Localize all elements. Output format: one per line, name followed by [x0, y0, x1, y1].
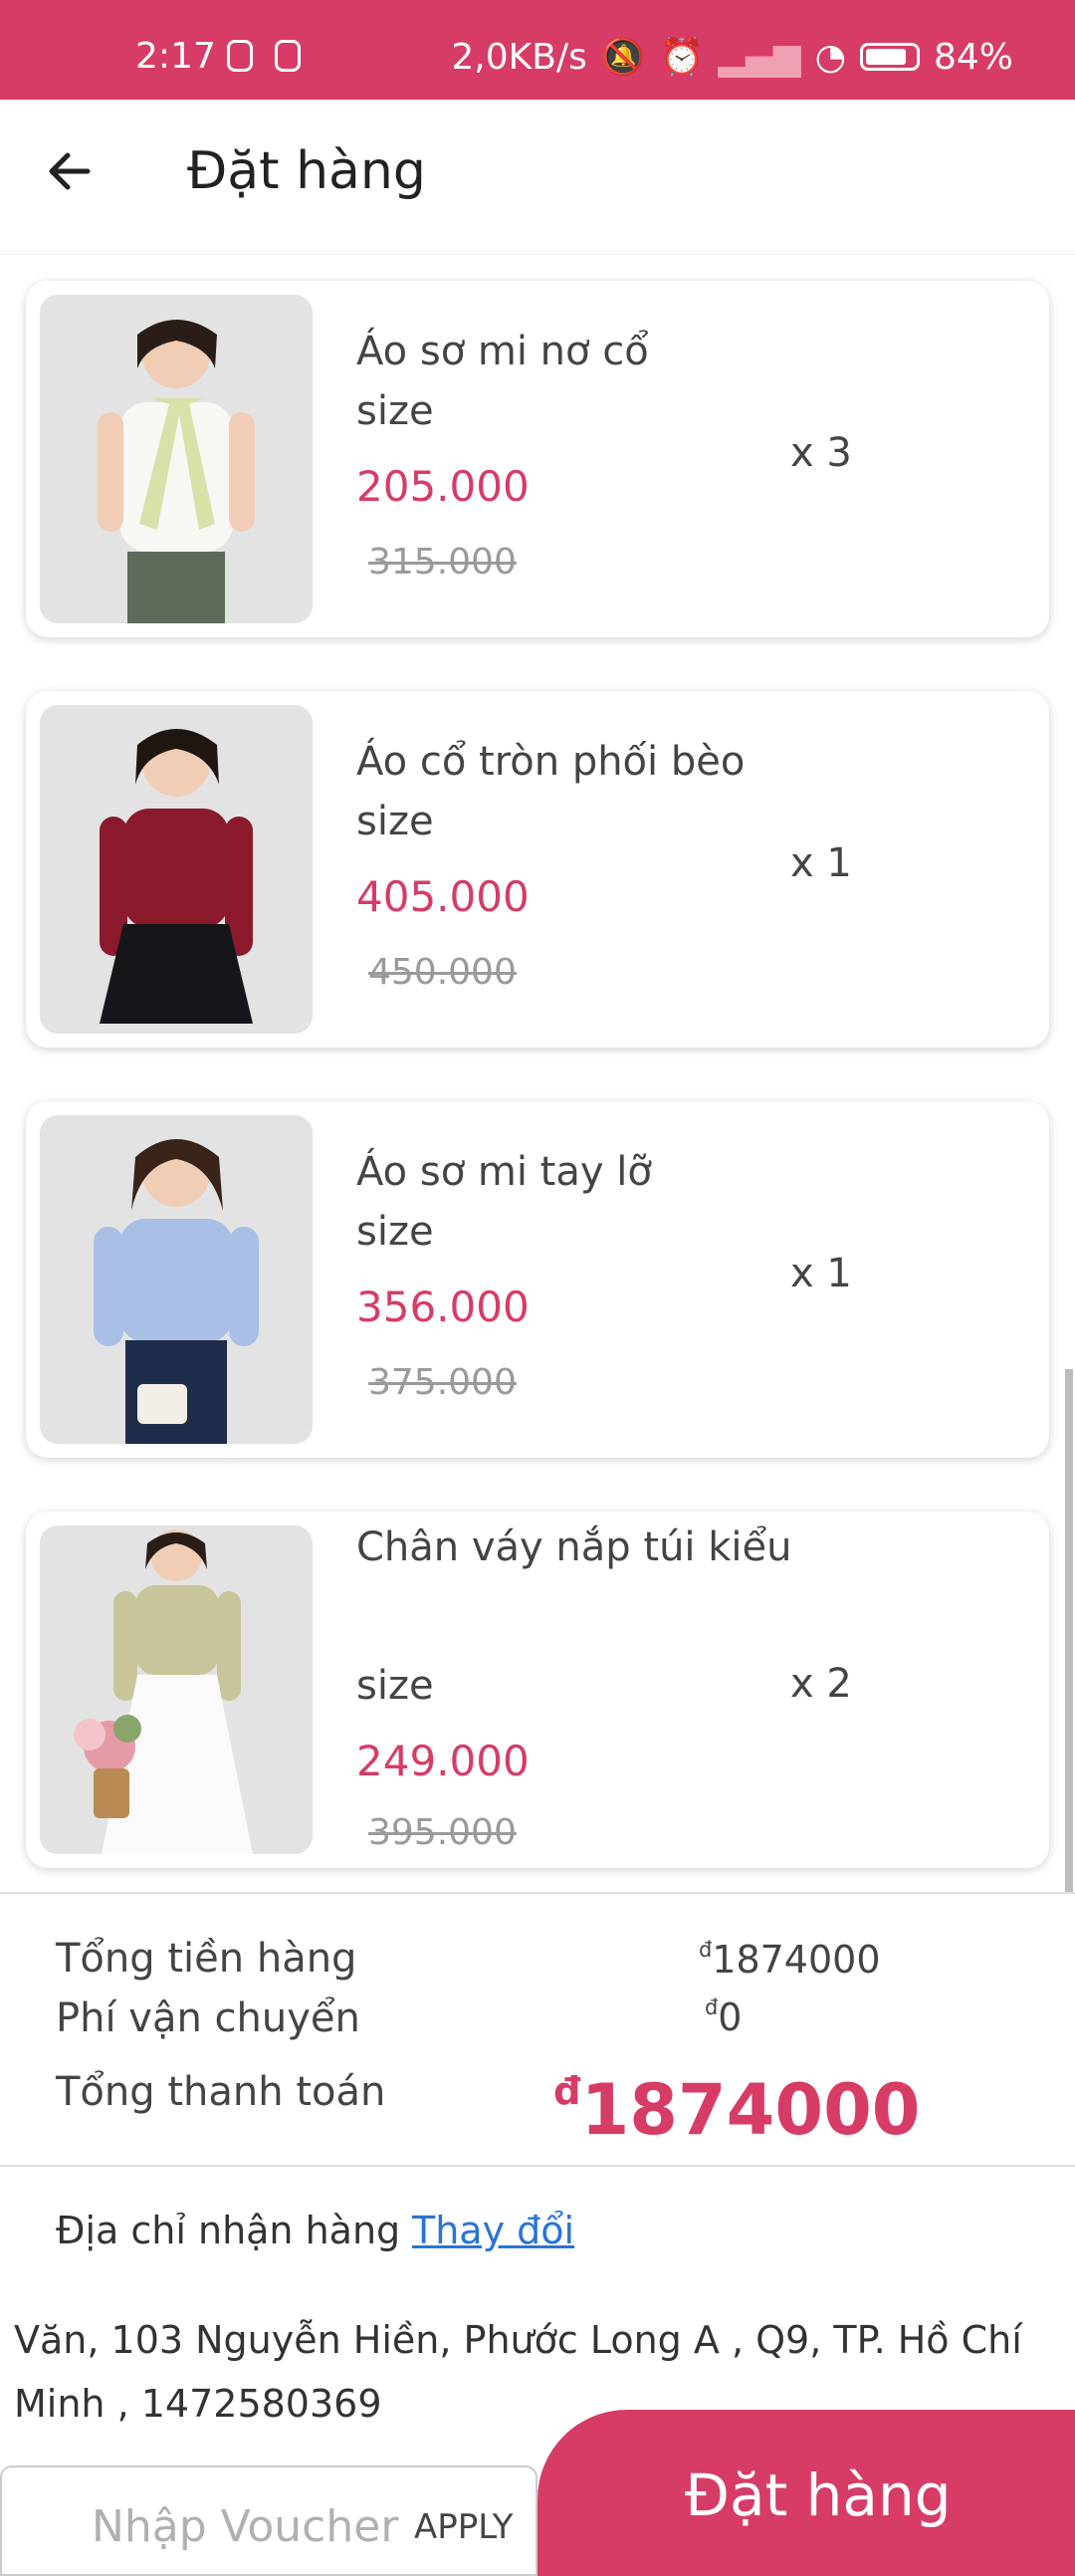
- product-image: [40, 1525, 313, 1854]
- product-name: Áo cổ tròn phối bèo: [356, 739, 746, 785]
- back-arrow-icon[interactable]: [40, 141, 100, 201]
- product-image: [40, 1115, 313, 1444]
- product-old-price: 450.000: [368, 952, 517, 993]
- status-right: 2,0KB/s 🔕 ⏰ ▂▄▆ ◔ 84%: [451, 36, 1013, 79]
- address-label: Địa chỉ nhận hàng: [56, 2209, 401, 2252]
- page-title: Đặt hàng: [187, 141, 426, 201]
- signal-icon: ▂▄▆: [718, 36, 801, 78]
- product-price: 356.000: [356, 1283, 530, 1331]
- product-size: size: [356, 1663, 434, 1709]
- product-name: Chân váy nắp túi kiểu: [356, 1524, 792, 1570]
- mute-icon: 🔕: [600, 37, 646, 78]
- product-size: size: [356, 1209, 434, 1255]
- product-old-price: 395.000: [368, 1812, 517, 1853]
- product-name: Áo sơ mi tay lỡ: [356, 1149, 652, 1195]
- shipping-label: Phí vận chuyển: [56, 1995, 360, 2041]
- currency-symbol: đ: [699, 1938, 713, 1962]
- product-image: [40, 295, 313, 623]
- change-address-link[interactable]: Thay đổi: [412, 2209, 574, 2252]
- product-price: 249.000: [356, 1737, 530, 1785]
- order-items-list[interactable]: Áo sơ mi nơ cổ size 205.000 315.000 x 3 …: [0, 255, 1075, 1892]
- app-bar: Đặt hàng: [0, 100, 1075, 255]
- product-quantity: x 1: [790, 840, 852, 886]
- product-quantity: x 2: [790, 1661, 852, 1707]
- product-old-price: 375.000: [368, 1362, 517, 1403]
- order-item-card[interactable]: Chân váy nắp túi kiểu size 249.000 395.0…: [26, 1512, 1049, 1868]
- order-item-card[interactable]: Áo sơ mi nơ cổ size 205.000 315.000 x 3: [26, 281, 1049, 637]
- notification-icon: [275, 40, 301, 72]
- order-item-card[interactable]: Áo cổ tròn phối bèo size 405.000 450.000…: [26, 691, 1049, 1048]
- battery-icon: [859, 43, 920, 71]
- subtotal-value: đ1874000: [699, 1938, 881, 1982]
- product-name: Áo sơ mi nơ cổ: [356, 329, 649, 374]
- product-price: 205.000: [356, 462, 530, 511]
- status-bar: 2:17 2,0KB/s 🔕 ⏰ ▂▄▆ ◔ 84%: [0, 0, 1075, 100]
- place-order-label[interactable]: Đặt hàng: [685, 2461, 952, 2529]
- wifi-icon: ◔: [814, 36, 846, 78]
- product-quantity: x 3: [790, 430, 852, 476]
- product-size: size: [356, 799, 434, 844]
- total-value: đ1874000: [553, 2069, 921, 2151]
- product-image: [40, 705, 313, 1034]
- scrollbar[interactable]: [1065, 1369, 1073, 1892]
- total-label: Tổng thanh toán: [56, 2069, 386, 2115]
- order-summary: Tổng tiền hàng đ1874000 Phí vận chuyển đ…: [0, 1892, 1075, 2167]
- shipping-value: đ0: [705, 1995, 743, 2039]
- net-speed: 2,0KB/s: [451, 36, 587, 78]
- apply-voucher-button[interactable]: APPLY: [414, 2507, 513, 2547]
- order-item-card[interactable]: Áo sơ mi tay lỡ size 356.000 375.000 x 1: [26, 1101, 1049, 1458]
- voucher-input[interactable]: Nhập Voucher: [92, 2501, 398, 2552]
- battery-percent: 84%: [933, 36, 1013, 78]
- status-time: 2:17: [135, 36, 216, 77]
- product-quantity: x 1: [790, 1251, 852, 1296]
- currency-symbol: đ: [553, 2069, 581, 2114]
- currency-symbol: đ: [705, 1995, 719, 2019]
- product-price: 405.000: [356, 872, 530, 921]
- product-old-price: 315.000: [368, 542, 517, 583]
- product-size: size: [356, 388, 434, 434]
- notification-icon: [227, 40, 253, 72]
- subtotal-label: Tổng tiền hàng: [56, 1936, 357, 1982]
- alarm-icon: ⏰: [659, 37, 705, 78]
